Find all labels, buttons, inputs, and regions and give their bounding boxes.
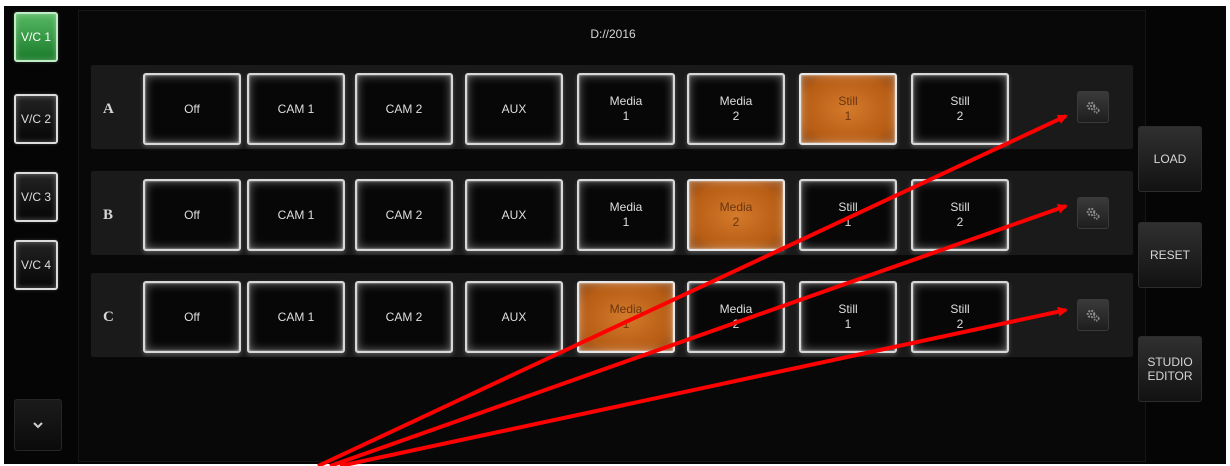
chevron-down-icon [33,422,43,429]
settings-button[interactable] [1077,197,1109,229]
source-button[interactable]: AUX [465,179,563,251]
source-button[interactable]: Media 1 [577,281,675,353]
source-button[interactable]: CAM 2 [355,281,453,353]
reset-button[interactable]: RESET [1138,222,1202,288]
vc-4-button[interactable]: V/C 4 [14,240,58,290]
vc-1-button[interactable]: V/C 1 [14,12,58,62]
source-button[interactable]: Still 2 [911,281,1009,353]
row-label: A [103,101,114,117]
source-button[interactable]: Off [143,179,241,251]
row-a: A Off CAM 1 CAM 2 AUX Media 1 Media 2 Still 1 St… [91,65,1133,149]
vc-3-button[interactable]: V/C 3 [14,172,58,222]
video-mixer-window: V/C 1 V/C 2 V/C 3 V/C 4 D://2016 A Off CAM… [4,6,1226,464]
source-button[interactable]: Media 2 [687,73,785,145]
studio-editor-button[interactable]: STUDIO EDITOR [1138,336,1202,402]
row-label: C [103,309,114,325]
gear-icon [1086,207,1100,220]
source-button[interactable]: CAM 1 [247,179,345,251]
settings-button[interactable] [1077,299,1109,331]
source-button[interactable]: AUX [465,281,563,353]
source-button[interactable]: Still 1 [799,179,897,251]
gear-icon [1086,309,1100,322]
scroll-down-button[interactable] [14,399,62,451]
source-button[interactable]: CAM 1 [247,73,345,145]
settings-button[interactable] [1077,91,1109,123]
source-button[interactable]: CAM 1 [247,281,345,353]
routing-panel: D://2016 A Off CAM 1 CAM 2 AUX Media 1 Media 2… [78,10,1146,462]
row-c: C Off CAM 1 CAM 2 AUX Media 1 Media 2 Still 1 St… [91,273,1133,357]
vc-2-button[interactable]: V/C 2 [14,94,58,144]
source-button[interactable]: Media 2 [687,179,785,251]
source-button[interactable]: Media 1 [577,73,675,145]
source-button[interactable]: Still 1 [799,73,897,145]
gear-icon [1086,101,1100,114]
path-title: D://2016 [590,27,636,41]
source-button[interactable]: Media 2 [687,281,785,353]
source-button[interactable]: Still 2 [911,179,1009,251]
row-label: B [103,207,114,223]
source-button[interactable]: Still 1 [799,281,897,353]
source-button[interactable]: CAM 2 [355,73,453,145]
load-button[interactable]: LOAD [1138,126,1202,192]
source-button[interactable]: AUX [465,73,563,145]
row-b: B Off CAM 1 CAM 2 AUX Media 1 Media 2 Still 1 St… [91,171,1133,255]
source-button[interactable]: Still 2 [911,73,1009,145]
source-button[interactable]: CAM 2 [355,179,453,251]
source-button[interactable]: Off [143,73,241,145]
source-button[interactable]: Off [143,281,241,353]
source-button[interactable]: Media 1 [577,179,675,251]
